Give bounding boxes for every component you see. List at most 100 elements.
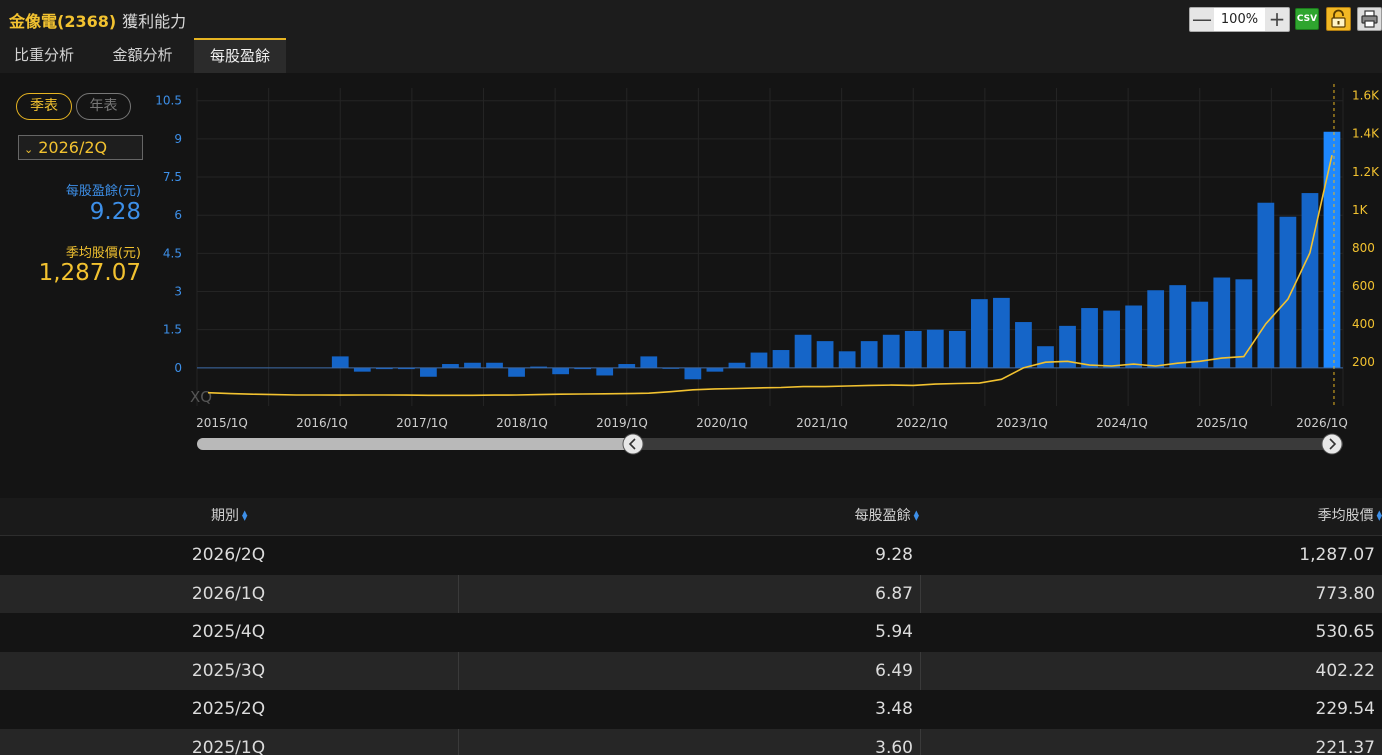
cell-eps: 3.48 [875,699,913,719]
y-right-tick-label: 1.2K [1352,165,1380,179]
x-tick-label: 2024/1Q [1096,416,1148,430]
eps-bar [1169,285,1187,368]
y-left-tick-label: 10.5 [155,94,182,108]
x-tick-label: 2015/1Q [196,416,248,430]
tab-eps[interactable]: 每股盈餘 [194,38,286,73]
zoom-out-button[interactable]: — [1190,8,1214,31]
column-divider [458,651,459,690]
sort-icon: ▲ ▼ [913,509,919,522]
eps-table: 期別 ▲ ▼ 每股盈餘 ▲ ▼ 季均股價 ▲ ▼ 2026/2Q 9.28 1,287.07 20… [0,498,1382,755]
table-row[interactable]: 2026/2Q 9.28 1,287.07 [0,536,1382,575]
table-row[interactable]: 2025/3Q 6.49 402.22 [0,651,1382,690]
x-tick-label: 2025/1Q [1196,416,1248,430]
eps-bar [816,341,834,368]
table-body: 2026/2Q 9.28 1,287.07 2026/1Q 6.87 773.80 2025… [0,536,1382,755]
lock-button[interactable] [1326,7,1351,31]
eps-bar [1279,216,1297,368]
x-tick-label: 2022/1Q [896,416,948,430]
range-handle-right[interactable] [1321,433,1343,455]
sort-icon: ▲ ▼ [1376,509,1382,522]
stock-name: 金像電(2368) [9,12,117,31]
eps-bar [970,299,988,368]
tab-bar: 比重分析 金額分析 每股盈餘 [0,38,1382,73]
range-handle-left[interactable] [622,433,644,455]
printer-icon [1361,10,1378,28]
eps-bar [1081,308,1098,368]
eps-bar [1235,279,1253,368]
eps-bar [838,351,856,368]
y-left-tick-label: 9 [174,132,182,146]
eps-bar [596,367,614,376]
eps-bar [728,362,746,368]
column-divider [458,728,459,755]
tab-amount-analysis[interactable]: 金額分析 [96,38,189,73]
eps-bar [993,297,1010,368]
table-header: 期別 ▲ ▼ 每股盈餘 ▲ ▼ 季均股價 ▲ ▼ [0,498,1382,536]
eps-bar [794,334,812,368]
annual-toggle[interactable]: 年表 [76,93,131,120]
page-title: 金像電(2368) 獲利能力 [9,8,186,32]
eps-bar [904,330,922,368]
cell-period: 2026/1Q [191,583,266,604]
section-name: 獲利能力 [122,12,187,31]
x-tick-label: 2021/1Q [796,416,848,430]
table-row[interactable]: 2026/1Q 6.87 773.80 [0,574,1382,613]
eps-chart: 0 1.5 3 4.5 6 7.5 9 10.5 200 400 600 800 1K 1.2K 1.4K 1… [155,84,1380,455]
cell-eps: 5.94 [875,622,913,642]
eps-bar [486,362,503,368]
cell-eps: 6.87 [875,583,913,604]
eps-bar [706,367,724,372]
zoom-in-button[interactable]: + [1265,8,1289,31]
cell-eps: 6.49 [875,660,913,681]
tab-ratio-analysis[interactable]: 比重分析 [0,38,88,73]
x-tick-label: 2016/1Q [296,416,348,430]
cell-avg-price: 402.22 [1315,660,1375,681]
cell-avg-price: 229.54 [1315,699,1375,719]
print-button[interactable] [1357,7,1382,31]
cell-eps: 9.28 [875,545,913,565]
quarterly-toggle[interactable]: 季表 [16,93,72,120]
csv-export-button[interactable]: CSV [1295,8,1319,30]
eps-bar [618,364,636,368]
eps-bar [420,367,437,377]
eps-bar [684,367,702,380]
table-row[interactable]: 2025/1Q 3.60 221.37 [0,728,1382,755]
y-right-tick-label: 1.4K [1352,127,1380,141]
x-tick-label: 2026/1Q [1296,416,1348,430]
y-left-tick-label: 1.5 [163,323,182,337]
column-divider [920,574,921,613]
eps-bar [1125,305,1143,368]
table-row[interactable]: 2025/2Q 3.48 229.54 [0,690,1382,729]
cell-period: 2025/2Q [191,699,266,719]
period-select[interactable]: ⌄ 2026/2Q [18,135,143,160]
table-row[interactable]: 2025/4Q 5.94 530.65 [0,613,1382,652]
eps-bar [750,352,768,368]
cell-period: 2025/3Q [191,660,266,681]
y-left-tick-label: 3 [174,285,182,299]
cell-avg-price: 221.37 [1315,737,1375,755]
cell-period: 2025/4Q [191,622,266,642]
eps-bar [882,334,900,368]
eps-bar-selected [1323,131,1341,368]
eps-bar [640,356,658,368]
eps-bar [1213,277,1231,368]
y-left-tick-label: 6 [174,208,182,222]
eps-bar [508,367,525,377]
x-tick-label: 2020/1Q [696,416,748,430]
cell-period: 2025/1Q [191,737,266,755]
x-tick-label: 2019/1Q [596,416,648,430]
header-avg-price[interactable]: 季均股價 ▲ ▼ [1318,498,1382,535]
x-tick-label: 2018/1Q [496,416,548,430]
eps-bar [860,341,878,368]
eps-bar [1191,301,1209,368]
header-period[interactable]: 期別 ▲ ▼ [211,498,247,535]
eps-bar [1103,310,1120,368]
xq-watermark: XQ [190,388,212,406]
header-eps[interactable]: 每股盈餘 ▲ ▼ [855,498,919,535]
range-slider-fill[interactable] [197,438,635,450]
lock-icon [1331,9,1346,28]
x-tick-label: 2023/1Q [996,416,1048,430]
zoom-control: — 100% + [1189,7,1290,32]
column-divider [458,574,459,613]
avg-price-label: 季均股價(元) [65,246,141,261]
